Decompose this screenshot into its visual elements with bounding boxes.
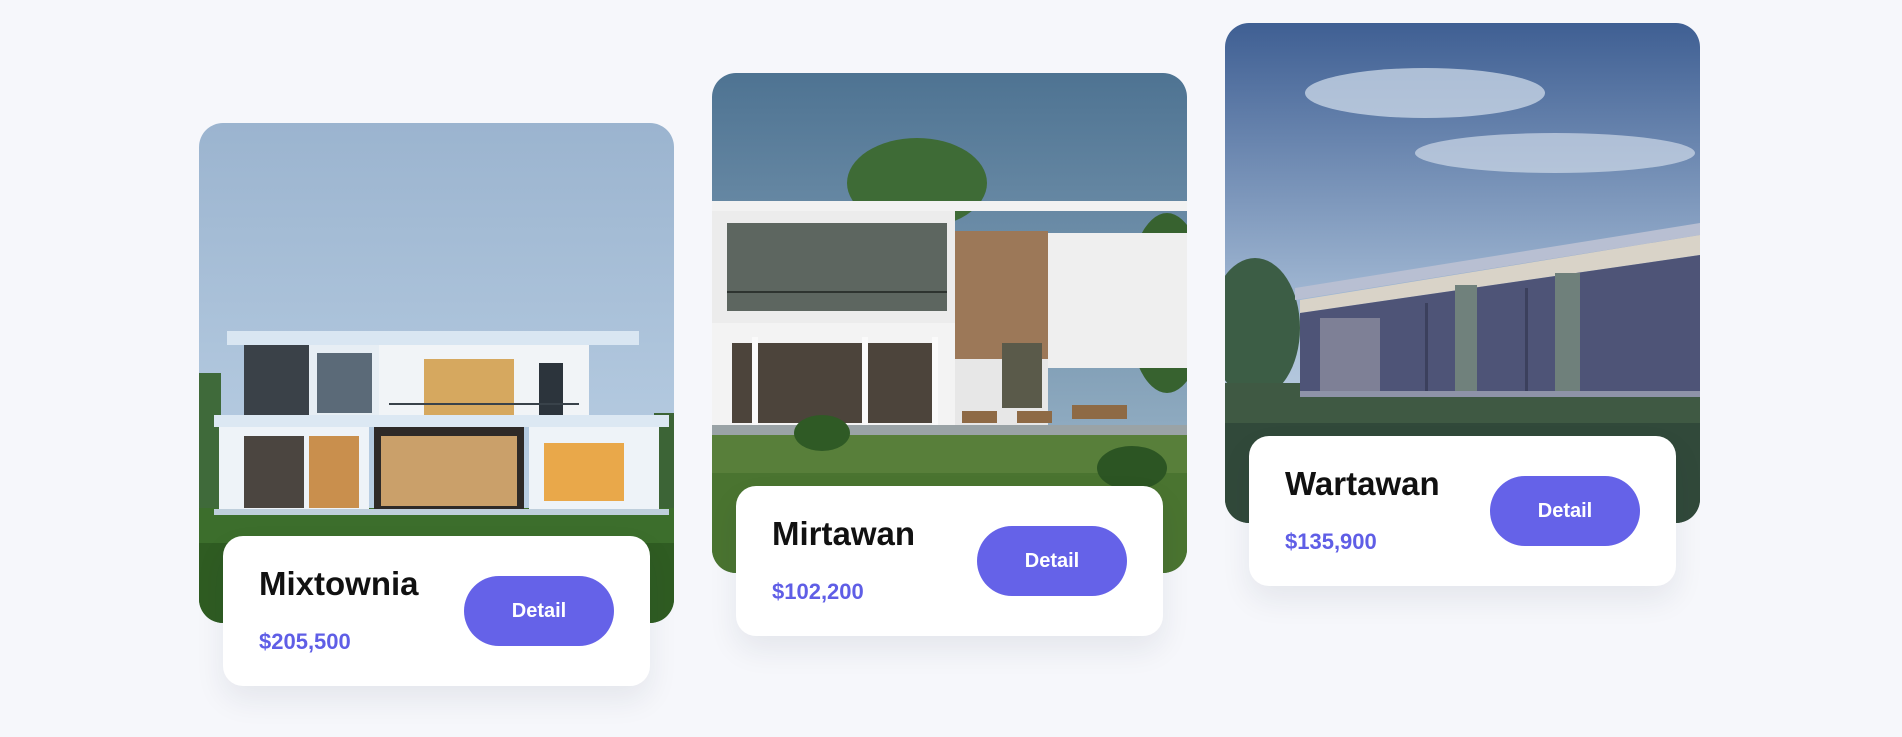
property-price: $102,200 [772,579,864,604]
listing-info-card: Mirtawan $102,200 Detail [736,486,1163,636]
detail-button[interactable]: Detail [1490,476,1640,546]
property-price: $135,900 [1285,529,1377,554]
listing-info-card: Wartawan $135,900 Detail [1249,436,1676,586]
property-name: Mixtownia [259,565,419,602]
property-name: Mirtawan [772,515,916,552]
listing-info-card: Mixtownia $205,500 Detail [223,536,650,686]
property-name: Wartawan [1285,465,1440,502]
detail-button[interactable]: Detail [464,576,614,646]
detail-button[interactable]: Detail [977,526,1127,596]
property-price: $205,500 [259,629,351,654]
